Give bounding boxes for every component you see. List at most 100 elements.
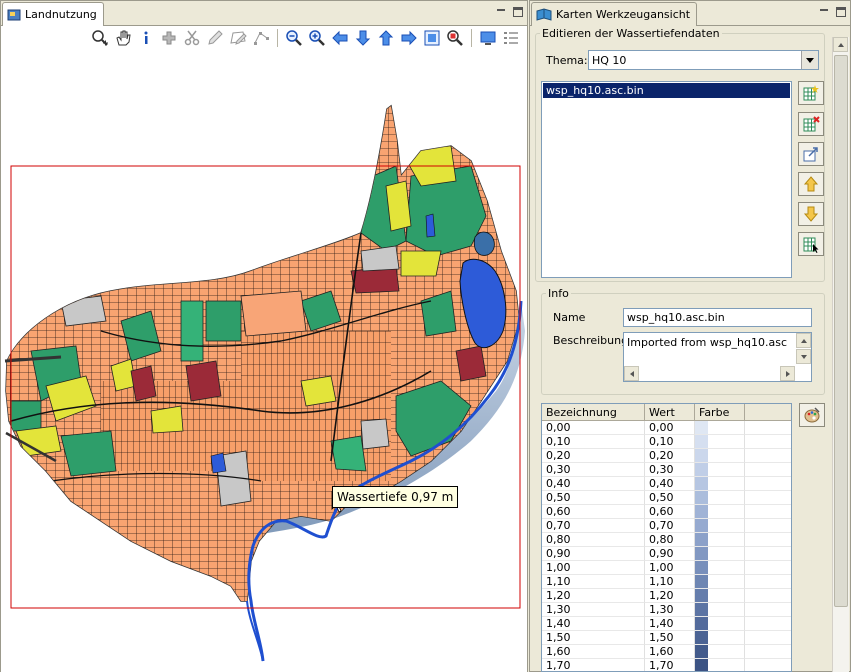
zoom-layer-icon[interactable]	[445, 28, 465, 48]
cell-bezeichnung[interactable]: 1,30	[542, 603, 645, 617]
info-icon[interactable]	[136, 28, 156, 48]
pan-down-icon[interactable]	[353, 28, 373, 48]
scroll-down-icon[interactable]	[796, 349, 811, 364]
table-row[interactable]: 0,40 0,40	[542, 477, 791, 491]
map-canvas[interactable]: Wassertiefe 0,97 m	[1, 50, 527, 672]
cell-farbe[interactable]	[695, 421, 745, 435]
cell-bezeichnung[interactable]: 0,40	[542, 477, 645, 491]
cell-wert[interactable]: 0,00	[645, 421, 695, 435]
cell-wert[interactable]: 0,40	[645, 477, 695, 491]
cell-bezeichnung[interactable]: 0,80	[542, 533, 645, 547]
cell-wert[interactable]: 1,20	[645, 589, 695, 603]
name-field[interactable]: wsp_hq10.asc.bin	[623, 308, 812, 327]
cell-bezeichnung[interactable]: 1,40	[542, 617, 645, 631]
table-row[interactable]: 1,20 1,20	[542, 589, 791, 603]
cell-bezeichnung[interactable]: 0,00	[542, 421, 645, 435]
cell-wert[interactable]: 0,50	[645, 491, 695, 505]
table-row[interactable]: 0,70 0,70	[542, 519, 791, 533]
color-palette-button[interactable]	[799, 403, 825, 427]
move-down-button[interactable]	[798, 202, 824, 226]
scroll-up-icon[interactable]	[833, 37, 848, 52]
cell-wert[interactable]: 0,60	[645, 505, 695, 519]
cell-bezeichnung[interactable]: 1,10	[542, 575, 645, 589]
scrollbar-thumb[interactable]	[834, 55, 848, 607]
scroll-left-icon[interactable]	[624, 366, 639, 381]
cell-wert[interactable]: 1,50	[645, 631, 695, 645]
header-farbe[interactable]: Farbe	[695, 404, 745, 420]
cell-wert[interactable]: 1,70	[645, 659, 695, 671]
table-row[interactable]: 0,10 0,10	[542, 435, 791, 449]
cell-bezeichnung[interactable]: 1,50	[542, 631, 645, 645]
table-row[interactable]: 0,20 0,20	[542, 449, 791, 463]
table-row[interactable]: 1,30 1,30	[542, 603, 791, 617]
cell-wert[interactable]: 0,80	[645, 533, 695, 547]
zoom-in-plus-icon[interactable]	[307, 28, 327, 48]
pan-left-icon[interactable]	[330, 28, 350, 48]
cell-farbe[interactable]	[695, 645, 745, 659]
cell-bezeichnung[interactable]: 0,60	[542, 505, 645, 519]
thema-select[interactable]: HQ 10	[588, 50, 819, 70]
cell-bezeichnung[interactable]: 1,60	[542, 645, 645, 659]
cell-bezeichnung[interactable]: 0,90	[542, 547, 645, 561]
tab-karten-werkzeugansicht[interactable]: Karten Werkzeugansicht	[531, 2, 698, 26]
cell-wert[interactable]: 0,90	[645, 547, 695, 561]
pencil-icon[interactable]	[205, 28, 225, 48]
cell-wert[interactable]: 1,60	[645, 645, 695, 659]
edit-polygon-icon[interactable]	[228, 28, 248, 48]
export-button[interactable]	[798, 142, 824, 166]
cell-farbe[interactable]	[695, 659, 745, 671]
select-grid-button[interactable]	[798, 232, 824, 256]
pan-right-icon[interactable]	[399, 28, 419, 48]
cell-wert[interactable]: 0,10	[645, 435, 695, 449]
cell-wert[interactable]: 0,20	[645, 449, 695, 463]
tab-landnutzung[interactable]: Landnutzung	[2, 2, 104, 26]
cell-bezeichnung[interactable]: 0,50	[542, 491, 645, 505]
table-row[interactable]: 1,50 1,50	[542, 631, 791, 645]
cell-farbe[interactable]	[695, 603, 745, 617]
cell-farbe[interactable]	[695, 449, 745, 463]
minimize-icon[interactable]	[496, 7, 507, 18]
cell-wert[interactable]: 1,10	[645, 575, 695, 589]
cell-wert[interactable]: 1,00	[645, 561, 695, 575]
zoom-in-icon[interactable]	[90, 28, 110, 48]
pan-hand-icon[interactable]	[113, 28, 133, 48]
table-row[interactable]: 0,00 0,00	[542, 421, 791, 435]
cell-farbe[interactable]	[695, 491, 745, 505]
zoom-out-icon[interactable]	[284, 28, 304, 48]
cell-bezeichnung[interactable]: 1,20	[542, 589, 645, 603]
table-row[interactable]: 0,30 0,30	[542, 463, 791, 477]
scroll-right-icon[interactable]	[780, 366, 795, 381]
cell-wert[interactable]: 0,30	[645, 463, 695, 477]
cell-farbe[interactable]	[695, 463, 745, 477]
water-depth-list[interactable]: wsp_hq10.asc.bin	[541, 81, 792, 278]
scissors-icon[interactable]	[182, 28, 202, 48]
cell-bezeichnung[interactable]: 1,70	[542, 659, 645, 671]
cell-farbe[interactable]	[695, 617, 745, 631]
add-point-icon[interactable]	[159, 28, 179, 48]
cell-wert[interactable]: 1,40	[645, 617, 695, 631]
cell-farbe[interactable]	[695, 519, 745, 533]
scroll-up-icon[interactable]	[796, 333, 811, 348]
monitor-icon[interactable]	[478, 28, 498, 48]
maximize-icon[interactable]	[513, 7, 523, 17]
cell-farbe[interactable]	[695, 435, 745, 449]
cell-bezeichnung[interactable]: 0,30	[542, 463, 645, 477]
cell-farbe[interactable]	[695, 533, 745, 547]
cell-bezeichnung[interactable]: 0,70	[542, 519, 645, 533]
cell-farbe[interactable]	[695, 561, 745, 575]
table-row[interactable]: 0,60 0,60	[542, 505, 791, 519]
table-row[interactable]: 0,90 0,90	[542, 547, 791, 561]
panel-scrollbar[interactable]	[832, 37, 849, 672]
cell-farbe[interactable]	[695, 589, 745, 603]
list-icon[interactable]	[501, 28, 521, 48]
table-row[interactable]: 1,40 1,40	[542, 617, 791, 631]
chevron-down-icon[interactable]	[801, 51, 818, 69]
header-bezeichnung[interactable]: Bezeichnung	[542, 404, 645, 420]
water-depth-class-table[interactable]: Bezeichnung Wert Farbe 0,00 0,00 0,10 0,10 0…	[541, 403, 792, 672]
table-row[interactable]: 1,70 1,70	[542, 659, 791, 671]
cell-wert[interactable]: 0,70	[645, 519, 695, 533]
cell-wert[interactable]: 1,30	[645, 603, 695, 617]
table-row[interactable]: 1,10 1,10	[542, 575, 791, 589]
add-grid-button[interactable]	[798, 81, 824, 105]
cell-farbe[interactable]	[695, 547, 745, 561]
